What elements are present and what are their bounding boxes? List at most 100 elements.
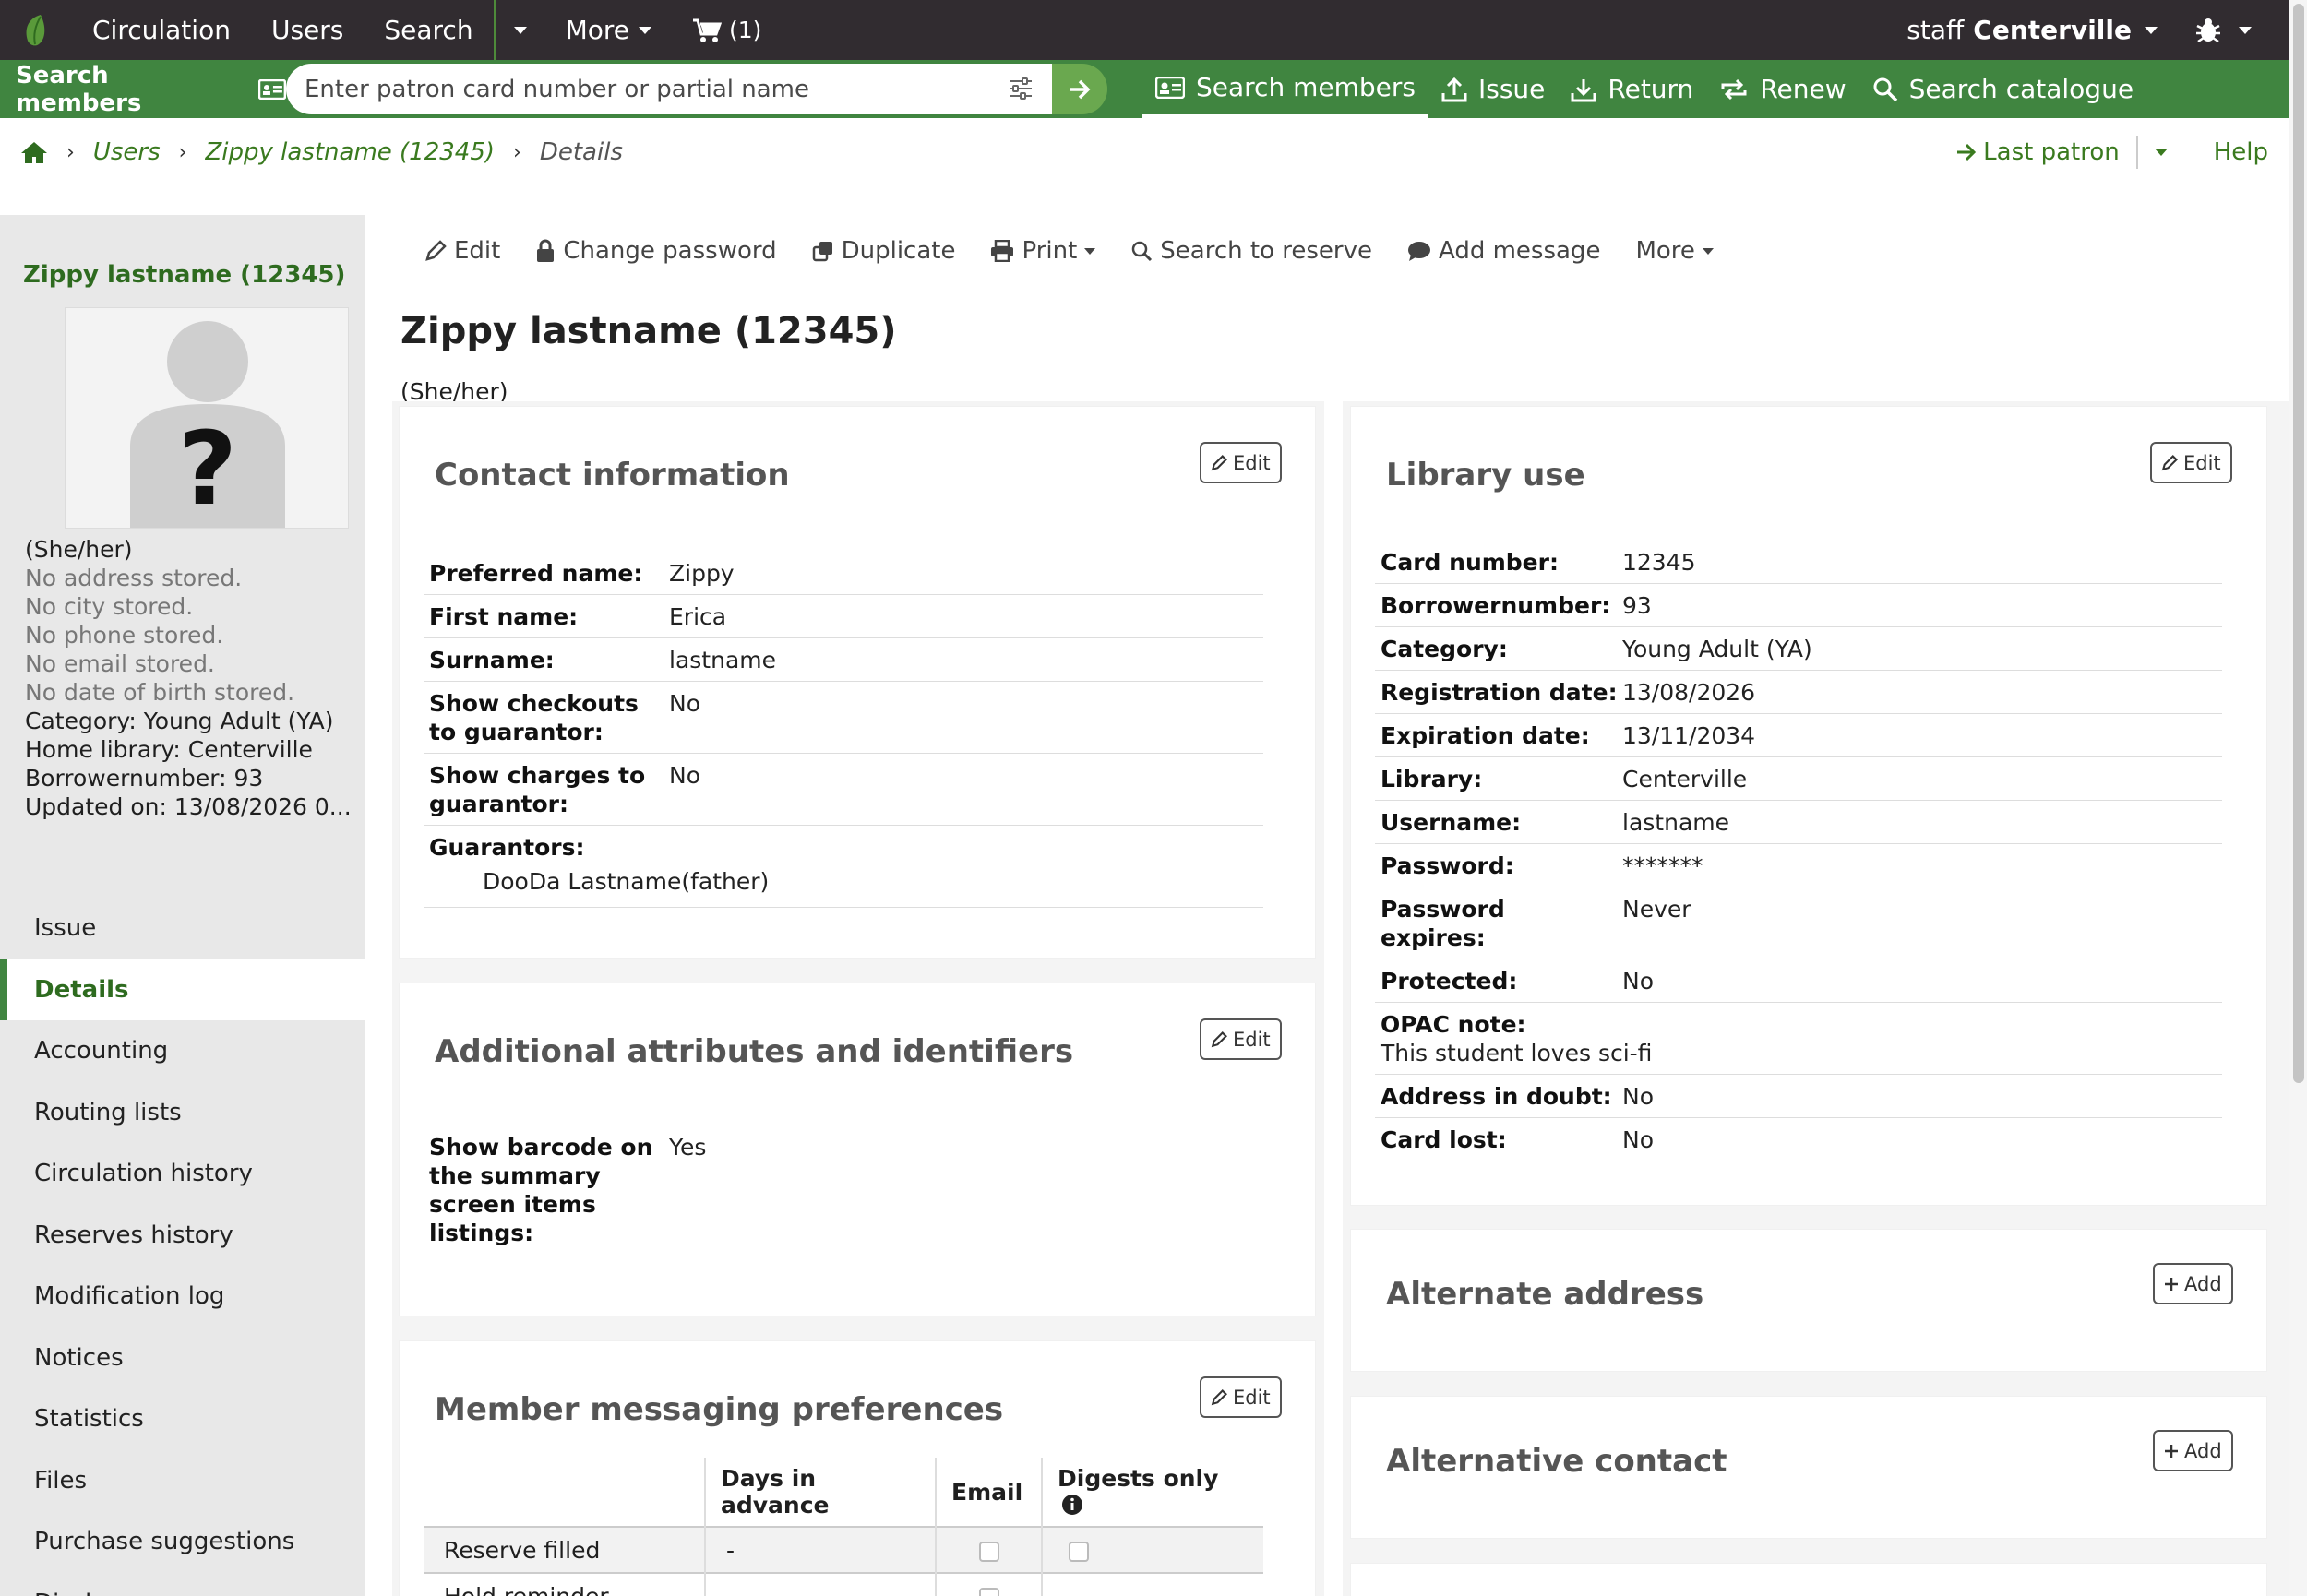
search-to-reserve-button[interactable]: Search to reserve bbox=[1130, 237, 1372, 265]
menu-discharges[interactable]: Discharges bbox=[0, 1573, 365, 1596]
search-icon bbox=[1873, 77, 1897, 101]
alternative-contact-add-button[interactable]: Add bbox=[2153, 1430, 2233, 1471]
sidebar-patron-name[interactable]: Zippy lastname (12345) bbox=[23, 261, 345, 289]
print-dropdown[interactable]: Print bbox=[990, 237, 1096, 265]
digest-value: - bbox=[1041, 1572, 1263, 1596]
help-link[interactable]: Help bbox=[2214, 138, 2268, 166]
edit-patron-button[interactable]: Edit bbox=[424, 237, 500, 265]
search-members-label[interactable]: Search members bbox=[0, 62, 286, 117]
menu-purchase-suggestions[interactable]: Purchase suggestions bbox=[0, 1511, 365, 1573]
search-members-text: Search members bbox=[16, 61, 142, 117]
alternate-address-add-button[interactable]: Add bbox=[2153, 1263, 2233, 1304]
email-checkbox[interactable] bbox=[978, 1541, 999, 1562]
nav-search-dropdown[interactable] bbox=[496, 0, 545, 60]
page-scrollbar[interactable] bbox=[2289, 0, 2307, 1596]
contact-edit-button[interactable]: Edit bbox=[1200, 442, 1282, 483]
change-password-button[interactable]: Change password bbox=[535, 237, 777, 265]
attributes-edit-button[interactable]: Edit bbox=[1200, 1018, 1282, 1060]
upload-icon bbox=[1441, 77, 1467, 101]
field-label: Password: bbox=[1381, 852, 1514, 879]
add-label: Add bbox=[2184, 1439, 2222, 1462]
staff-username: staff bbox=[1907, 15, 1965, 45]
field-label: Password expires: bbox=[1381, 895, 1622, 952]
patron-menu: Issue Details Accounting Routing lists C… bbox=[0, 898, 365, 1596]
staff-menu[interactable]: staff Centerville bbox=[1888, 15, 2176, 45]
tool-renew[interactable]: Renew bbox=[1706, 60, 1859, 118]
edit-label: Edit bbox=[454, 237, 501, 265]
email-cell bbox=[935, 1572, 1042, 1596]
messaging-preferences-panel: Member messaging preferences Edit Days i… bbox=[400, 1341, 1315, 1596]
debug-menu[interactable] bbox=[2176, 17, 2289, 44]
messaging-edit-button[interactable]: Edit bbox=[1200, 1376, 1282, 1418]
menu-issue[interactable]: Issue bbox=[0, 898, 365, 959]
registration-date-value: 13/08/2026 bbox=[1622, 679, 1756, 706]
field-label-line: screen items bbox=[429, 1191, 596, 1218]
patron-city: No city stored. bbox=[25, 593, 194, 620]
nav-circulation[interactable]: Circulation bbox=[72, 0, 251, 60]
menu-details[interactable]: Details bbox=[0, 959, 365, 1020]
info-circle-icon[interactable] bbox=[1061, 1494, 1083, 1516]
more-dropdown[interactable]: More bbox=[1635, 237, 1714, 265]
patron-email: No email stored. bbox=[25, 650, 215, 677]
edit-label: Edit bbox=[1233, 1386, 1271, 1409]
library-use-edit-button[interactable]: Edit bbox=[2150, 442, 2232, 483]
menu-routing-lists[interactable]: Routing lists bbox=[0, 1082, 365, 1144]
nav-users[interactable]: Users bbox=[251, 0, 364, 60]
guarantor-link[interactable]: DooDa Lastname(father) bbox=[429, 867, 1258, 896]
tool-return[interactable]: Return bbox=[1558, 60, 1706, 118]
search-icon bbox=[1132, 241, 1153, 262]
category-value: Young Adult (YA) bbox=[1622, 636, 1812, 662]
chevron-down-icon bbox=[2145, 26, 2158, 34]
download-icon bbox=[1571, 78, 1596, 101]
edit-label: Edit bbox=[1233, 451, 1271, 474]
library-value: Centerville bbox=[1622, 766, 1748, 792]
additional-attributes-heading: Additional attributes and identifiers bbox=[435, 1033, 1074, 1070]
field-label-line: guarantor: bbox=[429, 791, 569, 817]
digest-checkbox[interactable] bbox=[1069, 1541, 1089, 1562]
field-label-line: Password bbox=[1381, 896, 1505, 923]
menu-files[interactable]: Files bbox=[0, 1450, 365, 1512]
search-submit-button[interactable] bbox=[1052, 64, 1107, 114]
menu-reserves-history[interactable]: Reserves history bbox=[0, 1205, 365, 1267]
pencil-icon bbox=[2161, 454, 2178, 470]
tool-issue[interactable]: Issue bbox=[1428, 60, 1558, 118]
nav-search[interactable]: Search bbox=[364, 0, 496, 60]
add-message-button[interactable]: Add message bbox=[1407, 237, 1600, 265]
library-use-list: Card number: 12345 Borrowernumber: 93 Cate… bbox=[1375, 541, 2222, 1161]
protected-value: No bbox=[1622, 968, 1654, 995]
table-row: Hold reminder - - bbox=[424, 1572, 1263, 1596]
menu-statistics[interactable]: Statistics bbox=[0, 1388, 365, 1450]
breadcrumb-users[interactable]: Users bbox=[93, 138, 161, 166]
chevron-right-icon: › bbox=[513, 140, 521, 164]
library-use-panel: Library use Edit Card number: 12345 Borro… bbox=[1351, 407, 2266, 1205]
menu-modification-log[interactable]: Modification log bbox=[0, 1266, 365, 1328]
home-icon[interactable] bbox=[20, 140, 48, 164]
contact-information-panel: Contact information Edit Preferred name:… bbox=[400, 407, 1315, 958]
scrollbar-thumb[interactable] bbox=[2293, 4, 2304, 1083]
patron-search-input[interactable] bbox=[286, 75, 978, 103]
menu-circulation-history[interactable]: Circulation history bbox=[0, 1143, 365, 1205]
plus-icon bbox=[2165, 1277, 2178, 1291]
last-patron-link[interactable]: Last patron bbox=[1955, 138, 2120, 166]
menu-accounting[interactable]: Accounting bbox=[0, 1020, 365, 1082]
username-value: lastname bbox=[1622, 809, 1729, 836]
field-label-line: to guarantor: bbox=[429, 719, 604, 745]
nav-more[interactable]: More bbox=[545, 0, 672, 60]
page-title: Zippy lastname (12345) bbox=[400, 310, 897, 352]
duplicate-button[interactable]: Duplicate bbox=[812, 237, 955, 265]
plus-icon bbox=[2165, 1444, 2178, 1458]
menu-notices[interactable]: Notices bbox=[0, 1328, 365, 1389]
message-type: Hold reminder bbox=[424, 1572, 705, 1596]
card-number-value: 12345 bbox=[1622, 549, 1696, 576]
nav-cart[interactable]: (1) bbox=[672, 0, 782, 60]
pencil-icon bbox=[1211, 454, 1227, 470]
sliders-icon[interactable] bbox=[1008, 76, 1034, 101]
koha-logo-icon[interactable] bbox=[0, 0, 72, 60]
breadcrumb-patron[interactable]: Zippy lastname (12345) bbox=[205, 138, 495, 166]
email-checkbox[interactable] bbox=[978, 1588, 999, 1596]
chevron-down-icon bbox=[2239, 26, 2252, 34]
last-patron-dropdown[interactable] bbox=[2154, 149, 2168, 156]
tool-search-catalogue[interactable]: Search catalogue bbox=[1859, 60, 2146, 118]
field-label: Library: bbox=[1381, 766, 1483, 792]
tool-search-members[interactable]: Search members bbox=[1142, 60, 1428, 118]
